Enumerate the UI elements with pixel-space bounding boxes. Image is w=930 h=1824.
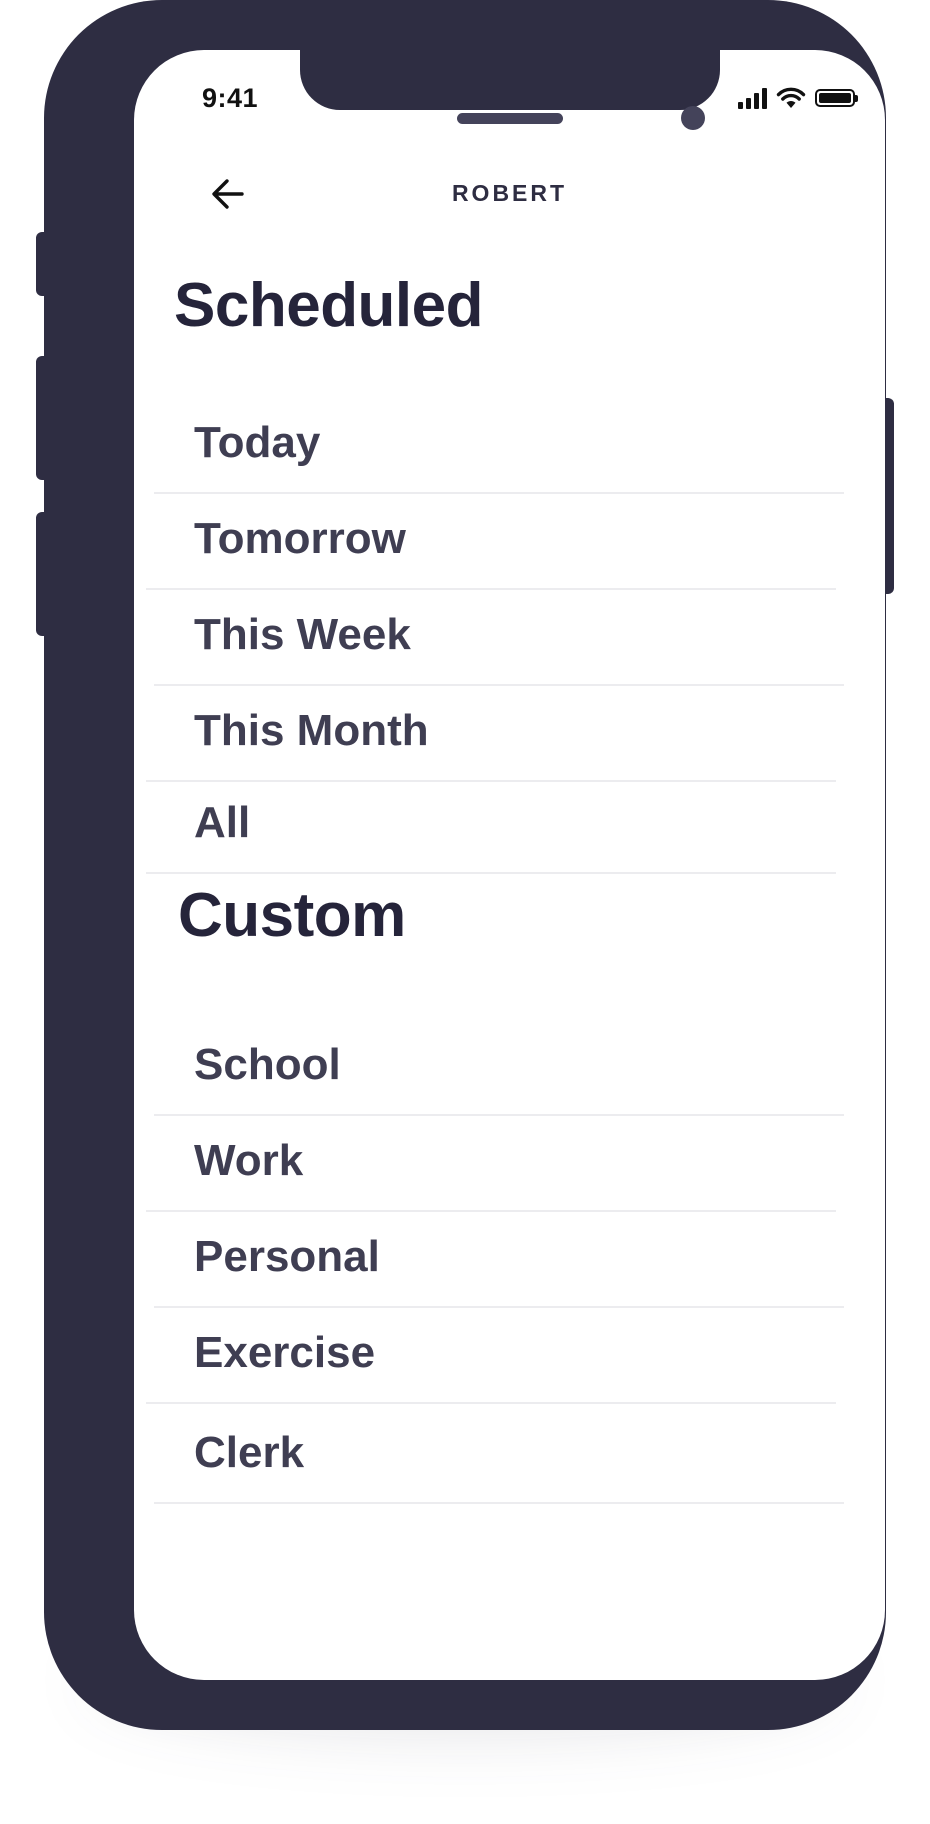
- notch: [300, 50, 720, 110]
- list-item-label: Clerk: [194, 1428, 305, 1477]
- list-item-this-month[interactable]: This Month: [146, 686, 836, 782]
- list-item-label: School: [194, 1040, 341, 1089]
- list-item-school[interactable]: School: [154, 1020, 844, 1116]
- stage: 9:41 ROBERT Scheduled Today Tomorrow Thi…: [0, 0, 930, 1824]
- list-item-label: Work: [194, 1136, 304, 1185]
- list-item-work[interactable]: Work: [146, 1116, 836, 1212]
- phone-frame: 9:41 ROBERT Scheduled Today Tomorrow Thi…: [44, 0, 886, 1730]
- wifi-icon: [776, 87, 806, 108]
- list-item-today[interactable]: Today: [154, 398, 844, 494]
- battery-icon: [815, 89, 858, 107]
- list-item-tomorrow[interactable]: Tomorrow: [146, 494, 836, 590]
- list-item-label: This Month: [194, 706, 429, 755]
- status-time: 9:41: [202, 83, 259, 113]
- list-item-label: Today: [194, 418, 321, 467]
- list-item-this-week[interactable]: This Week: [154, 590, 844, 686]
- list-item-clerk[interactable]: Clerk: [154, 1404, 844, 1504]
- list-item-all[interactable]: All: [146, 782, 836, 874]
- list-item-personal[interactable]: Personal: [154, 1212, 844, 1308]
- status-icons: [738, 83, 858, 109]
- list-item-label: Personal: [194, 1232, 380, 1281]
- list-item-label: Exercise: [194, 1328, 376, 1377]
- phone-screen: 9:41 ROBERT Scheduled Today Tomorrow Thi…: [134, 50, 885, 1680]
- list-item-label: All: [194, 798, 251, 847]
- list-item-label: This Week: [194, 610, 411, 659]
- cellular-signal-icon: [738, 87, 767, 109]
- section-title-scheduled: Scheduled: [174, 271, 484, 340]
- nav-title: ROBERT: [451, 180, 568, 206]
- section-title-custom: Custom: [178, 881, 406, 950]
- front-camera: [681, 106, 705, 130]
- speaker: [457, 113, 563, 124]
- list-item-exercise[interactable]: Exercise: [146, 1308, 836, 1404]
- list-item-label: Tomorrow: [194, 514, 406, 563]
